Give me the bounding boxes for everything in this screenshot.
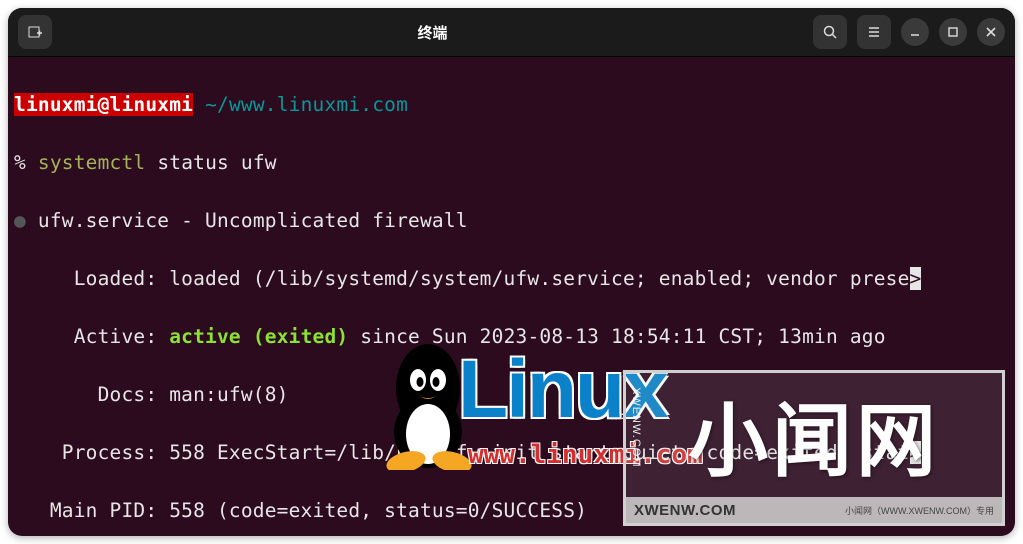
watermark-domain: XWENW.COM [634,502,736,519]
truncate-marker: > [910,267,922,290]
watermark-box: XWENW.COM 小闻网 XWENW.COM 小闻网（WWW.XWENW.CO… [623,370,1005,526]
prompt-line: linuxmi@linuxmi ~/www.linuxmi.com [14,90,1009,119]
loaded-line: Loaded: loaded (/lib/systemd/system/ufw.… [14,264,1009,293]
titlebar: 终端 [8,8,1015,57]
window-title: 终端 [417,22,447,43]
terminal-window: 终端 linuxmi@linuxmi ~/www.linuxmi.com % s… [8,8,1015,536]
close-button[interactable] [977,18,1005,46]
command-keyword: systemctl [38,151,145,174]
prompt-user: linuxmi@linuxmi [14,93,193,116]
menu-button[interactable] [857,15,891,49]
unit-line: ● ufw.service - Uncomplicated firewall [14,206,1009,235]
search-button[interactable] [813,15,847,49]
command-line: % systemctl status ufw [14,148,1009,177]
active-status: active (exited) [169,325,348,348]
minimize-button[interactable] [901,18,929,46]
watermark-note: 小闻网（WWW.XWENW.COM）专用 [845,504,994,517]
maximize-button[interactable] [939,18,967,46]
watermark-side-text: XWENW.COM [630,387,642,468]
command-args: status ufw [145,151,276,174]
prompt-path: ~/www.linuxmi.com [205,93,408,116]
new-tab-button[interactable] [18,15,52,49]
watermark-cn: 小闻网 [688,377,940,493]
